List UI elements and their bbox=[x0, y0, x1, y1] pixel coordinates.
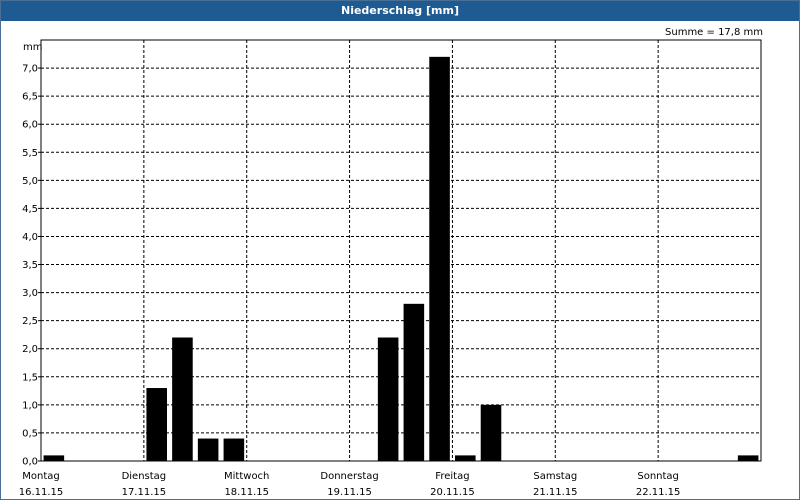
precipitation-bar bbox=[223, 438, 245, 461]
x-day-label: Mittwoch bbox=[224, 471, 269, 482]
x-date-label: 16.11.15 bbox=[19, 487, 64, 498]
precipitation-bar bbox=[172, 337, 193, 461]
y-tick-label: 3,0 bbox=[22, 288, 38, 299]
x-date-label: 17.11.15 bbox=[122, 487, 167, 498]
x-date-label: 22.11.15 bbox=[636, 487, 681, 498]
precipitation-bar bbox=[480, 404, 502, 461]
precipitation-chart: 0,0 0,5 1,0 1,5 2,0 2,5 3,0 3,5 4,0 4,5 5,0 5,5 6,0 6… bbox=[19, 39, 762, 498]
precipitation-bar bbox=[377, 337, 399, 461]
x-day-label: Dienstag bbox=[122, 471, 167, 482]
y-tick-label: 6,5 bbox=[22, 92, 38, 103]
y-tick-label: 2,5 bbox=[22, 316, 38, 327]
y-tick-label: 1,0 bbox=[22, 400, 38, 411]
chart-window: Niederschlag [mm] Summe = 17,8 mm mm 0,0… bbox=[0, 0, 800, 500]
precipitation-bar bbox=[429, 56, 450, 462]
x-day-label: Donnerstag bbox=[320, 471, 378, 482]
x-date-label: 20.11.15 bbox=[430, 487, 475, 498]
y-tick-label: 0,0 bbox=[22, 457, 38, 468]
y-tick-label: 5,0 bbox=[22, 176, 38, 187]
precipitation-bar bbox=[403, 303, 425, 461]
x-date-label: 21.11.15 bbox=[533, 487, 578, 498]
x-day-label: Sonntag bbox=[637, 471, 679, 482]
y-tick-label: 2,0 bbox=[22, 344, 38, 355]
precipitation-bar bbox=[737, 455, 759, 461]
precipitation-bar bbox=[43, 455, 65, 461]
y-tick-label: 0,5 bbox=[22, 428, 38, 439]
y-tick-label: 6,0 bbox=[22, 120, 38, 131]
x-day-label: Freitag bbox=[435, 471, 469, 482]
y-tick-label: 7,0 bbox=[22, 64, 38, 75]
x-date-label: 19.11.15 bbox=[327, 487, 372, 498]
y-tick-label: 4,5 bbox=[22, 204, 38, 215]
precipitation-bar bbox=[146, 388, 167, 461]
precipitation-bar bbox=[455, 455, 476, 461]
x-day-label: Samstag bbox=[533, 471, 577, 482]
x-date-label: 18.11.15 bbox=[224, 487, 269, 498]
y-tick-label: 1,5 bbox=[22, 372, 38, 383]
y-tick-label: 3,5 bbox=[22, 260, 38, 271]
y-tick-label: 4,0 bbox=[22, 232, 38, 243]
x-day-label: Montag bbox=[22, 471, 59, 482]
precipitation-bar bbox=[197, 438, 219, 461]
y-tick-label: 5,5 bbox=[22, 148, 38, 159]
